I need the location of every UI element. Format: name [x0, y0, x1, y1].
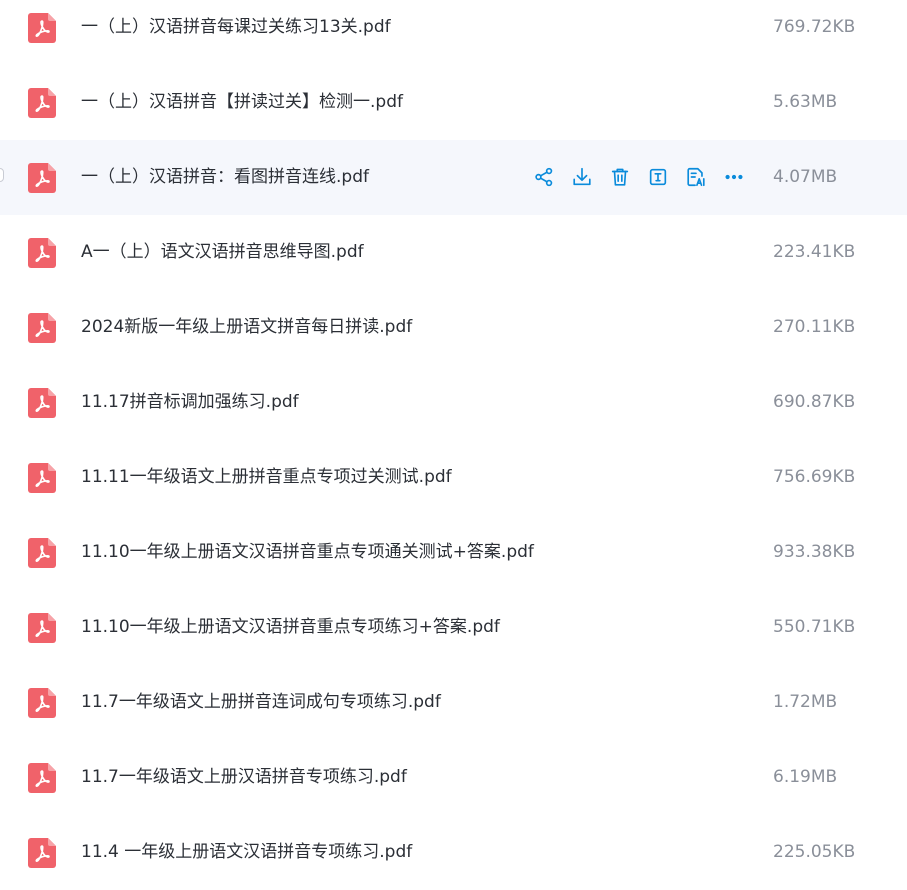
pdf-icon	[28, 613, 56, 643]
file-row[interactable]: 一（上）汉语拼音每课过关练习13关.pdf 769.72KB	[0, 0, 907, 65]
ai-read-button[interactable]	[684, 165, 708, 189]
file-size: 5.63MB	[773, 92, 838, 112]
text-icon	[649, 168, 667, 186]
file-size: 225.05KB	[773, 842, 856, 862]
pdf-icon	[28, 838, 56, 868]
file-name[interactable]: 2024新版一年级上册语文拼音每日拼读.pdf	[81, 316, 412, 338]
share-icon	[535, 167, 553, 187]
pdf-icon	[28, 313, 56, 343]
file-size: 933.38KB	[773, 542, 856, 562]
pdf-icon	[28, 688, 56, 718]
file-row[interactable]: 11.11一年级语文上册拼音重点专项过关测试.pdf 756.69KB	[0, 440, 907, 515]
file-size: 1.72MB	[773, 692, 838, 712]
row-checkbox[interactable]	[0, 168, 4, 182]
file-name[interactable]: 11.11一年级语文上册拼音重点专项过关测试.pdf	[81, 466, 452, 488]
file-list: 一（上）汉语拼音每课过关练习13关.pdf 769.72KB 一（上）汉语拼音【…	[0, 0, 907, 890]
file-row[interactable]: 11.10一年级上册语文汉语拼音重点专项通关测试+答案.pdf 933.38KB	[0, 515, 907, 590]
more-icon	[725, 174, 743, 180]
share-button[interactable]	[532, 165, 556, 189]
file-row[interactable]: 11.7一年级语文上册拼音连词成句专项练习.pdf 1.72MB	[0, 665, 907, 740]
pdf-icon	[28, 88, 56, 118]
pdf-icon	[28, 13, 56, 43]
file-size: 6.19MB	[773, 767, 838, 787]
file-size: 769.72KB	[773, 17, 856, 37]
more-button[interactable]	[722, 165, 746, 189]
file-name[interactable]: 一（上）汉语拼音【拼读过关】检测一.pdf	[81, 91, 403, 113]
row-actions	[532, 165, 760, 189]
pdf-icon	[28, 163, 56, 193]
file-size: 690.87KB	[773, 392, 856, 412]
file-size: 223.41KB	[773, 242, 856, 262]
file-name[interactable]: 一（上）汉语拼音每课过关练习13关.pdf	[81, 16, 391, 38]
file-row[interactable]: 11.17拼音标调加强练习.pdf 690.87KB	[0, 365, 907, 440]
file-name[interactable]: 11.10一年级上册语文汉语拼音重点专项练习+答案.pdf	[81, 616, 500, 638]
file-name[interactable]: A一（上）语文汉语拼音思维导图.pdf	[81, 241, 364, 263]
pdf-icon	[28, 538, 56, 568]
pdf-icon	[28, 238, 56, 268]
file-row[interactable]: 一（上）汉语拼音【拼读过关】检测一.pdf 5.63MB	[0, 65, 907, 140]
file-name[interactable]: 11.4 一年级上册语文汉语拼音专项练习.pdf	[81, 841, 412, 863]
file-name[interactable]: 11.7一年级语文上册汉语拼音专项练习.pdf	[81, 766, 407, 788]
text-extract-button[interactable]	[646, 165, 670, 189]
file-row[interactable]: 11.4 一年级上册语文汉语拼音专项练习.pdf 225.05KB	[0, 815, 907, 890]
pdf-icon	[28, 463, 56, 493]
trash-icon	[611, 168, 629, 186]
pdf-icon	[28, 763, 56, 793]
file-size: 4.07MB	[773, 167, 838, 187]
download-icon	[573, 167, 591, 186]
file-name[interactable]: 11.17拼音标调加强练习.pdf	[81, 391, 299, 413]
file-name[interactable]: 11.10一年级上册语文汉语拼音重点专项通关测试+答案.pdf	[81, 541, 534, 563]
download-button[interactable]	[570, 165, 594, 189]
file-row[interactable]: A一（上）语文汉语拼音思维导图.pdf 223.41KB	[0, 215, 907, 290]
ai-document-icon	[687, 167, 705, 187]
file-name[interactable]: 一（上）汉语拼音：看图拼音连线.pdf	[81, 166, 369, 188]
file-row[interactable]: 11.7一年级语文上册汉语拼音专项练习.pdf 6.19MB	[0, 740, 907, 815]
file-row[interactable]: 11.10一年级上册语文汉语拼音重点专项练习+答案.pdf 550.71KB	[0, 590, 907, 665]
pdf-icon	[28, 388, 56, 418]
file-name[interactable]: 11.7一年级语文上册拼音连词成句专项练习.pdf	[81, 691, 441, 713]
file-row[interactable]: 2024新版一年级上册语文拼音每日拼读.pdf 270.11KB	[0, 290, 907, 365]
file-size: 550.71KB	[773, 617, 856, 637]
file-size: 756.69KB	[773, 467, 856, 487]
delete-button[interactable]	[608, 165, 632, 189]
file-row[interactable]: 一（上）汉语拼音：看图拼音连线.pdf 4.07MB	[0, 140, 907, 215]
file-size: 270.11KB	[773, 317, 856, 337]
